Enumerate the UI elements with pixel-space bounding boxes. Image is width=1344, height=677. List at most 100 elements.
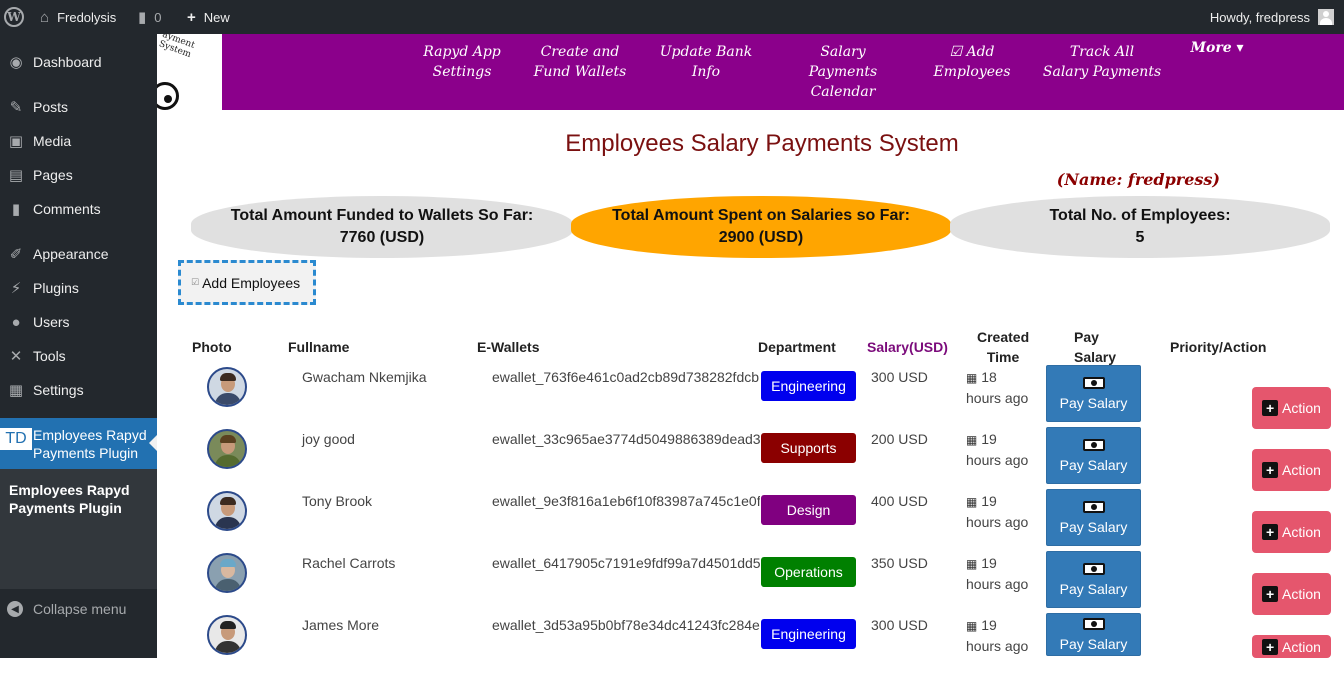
new-content-link[interactable]: + New	[187, 0, 230, 34]
employee-photo	[207, 553, 247, 593]
plus-square-icon: +	[1262, 462, 1279, 478]
home-icon: ⌂	[40, 8, 50, 26]
user-icon: ●	[11, 313, 21, 331]
stat-total-funded: Total Amount Funded to Wallets So Far: 7…	[191, 196, 573, 258]
page-title: Employees Salary Payments System	[565, 130, 959, 157]
logo-face-icon	[157, 82, 179, 110]
table-row: Gwacham Nkemjika ewallet_763f6e461c0ad2c…	[157, 365, 1344, 429]
sidebar-item-posts[interactable]: ✎ Posts	[0, 90, 157, 124]
money-icon	[1082, 617, 1105, 630]
plus-square-icon: +	[1262, 524, 1279, 540]
stat-total-spent: Total Amount Spent on Salaries so Far: 2…	[571, 196, 951, 258]
media-icon: ▣	[8, 133, 24, 150]
nav-create-fund-wallets[interactable]: Create and Fund Wallets	[533, 42, 627, 82]
sidebar-item-dashboard[interactable]: ◉ Dashboard	[0, 45, 157, 79]
comments-link[interactable]: ▮ 0	[138, 0, 162, 34]
pages-icon: ▤	[8, 167, 24, 184]
edit-icon: ☑	[191, 277, 200, 287]
header-fullname: Fullname	[288, 339, 350, 355]
money-icon	[1082, 376, 1105, 389]
nav-more-dropdown[interactable]: More ▾	[1187, 38, 1247, 58]
department-badge: Supports	[761, 433, 856, 463]
calendar-icon: ▦	[966, 619, 978, 633]
table-row: James More ewallet_3d53a95b0bf78e34dc412…	[157, 613, 1344, 677]
department-badge: Engineering	[761, 619, 856, 649]
sidebar-item-settings[interactable]: ▦ Settings	[0, 373, 157, 407]
td-badge-icon: TD	[0, 428, 32, 450]
submenu-item-employees-rapyd[interactable]: Employees Rapyd Payments Plugin	[9, 481, 130, 517]
plus-square-icon: +	[1262, 586, 1279, 602]
comment-icon: ▮	[138, 9, 147, 26]
action-button[interactable]: + Action	[1252, 511, 1331, 553]
nav-track-all-salary-payments[interactable]: Track All Salary Payments	[1042, 42, 1162, 82]
pay-salary-button[interactable]: Pay Salary	[1046, 489, 1141, 546]
main-content: Employees Salary Payments System (Name: …	[157, 110, 1344, 658]
wordpress-logo-icon[interactable]: W	[4, 0, 26, 34]
action-button[interactable]: + Action	[1252, 635, 1331, 658]
money-icon	[1082, 562, 1105, 575]
calendar-icon: ▦	[966, 495, 978, 509]
plug-icon: ⚡	[10, 280, 22, 297]
department-badge: Design	[761, 495, 856, 525]
payment-system-logo[interactable]: ayment System	[157, 34, 222, 110]
active-arrow	[149, 435, 157, 451]
sidebar-item-media[interactable]: ▣ Media	[0, 124, 157, 158]
employee-photo	[207, 615, 247, 655]
action-button[interactable]: + Action	[1252, 449, 1331, 491]
department-badge: Operations	[761, 557, 856, 587]
sliders-icon: ▦	[8, 382, 24, 399]
employee-photo	[207, 491, 247, 531]
header-pay-salary: Pay Salary	[1074, 329, 1117, 365]
howdy-account[interactable]: Howdy, fredpress	[1210, 0, 1334, 34]
header-salary: Salary(USD)	[867, 339, 948, 355]
table-row: Rachel Carrots ewallet_6417905c7191e9fdf…	[157, 551, 1344, 615]
stat-total-employees: Total No. of Employees: 5	[950, 196, 1330, 258]
calendar-icon: ▦	[966, 557, 978, 571]
site-name-link[interactable]: ⌂ Fredolysis	[40, 0, 116, 34]
brush-icon: ✐	[9, 246, 23, 263]
collapse-arrow-icon: ◀	[7, 601, 23, 617]
department-badge: Engineering	[761, 371, 856, 401]
sidebar-item-employees-rapyd[interactable]: TD Employees Rapyd Payments Plugin	[0, 418, 157, 469]
sidebar-item-comments[interactable]: ▮ Comments	[0, 192, 157, 226]
comment-icon: ▮	[11, 201, 21, 218]
nav-rapyd-app-settings[interactable]: Rapyd App Settings	[421, 42, 503, 82]
table-row: Tony Brook ewallet_9e3f816a1eb6f10f83987…	[157, 489, 1344, 553]
user-avatar-icon	[1318, 9, 1334, 25]
money-icon	[1082, 438, 1105, 451]
nav-add-employees[interactable]: ☑ Add Employees	[932, 42, 1012, 82]
nav-update-bank-info[interactable]: Update Bank Info	[659, 42, 753, 82]
user-name-tag: (Name: fredpress)	[1056, 170, 1220, 189]
table-row: joy good ewallet_33c965ae3774d5049886389…	[157, 427, 1344, 491]
nav-salary-payments-calendar[interactable]: Salary Payments Calendar	[784, 42, 902, 102]
plus-square-icon: +	[1262, 638, 1279, 655]
money-icon	[1082, 500, 1105, 513]
sidebar-submenu: Employees Rapyd Payments Plugin	[0, 469, 157, 589]
plugin-top-nav: ayment System Rapyd App Settings Create a…	[157, 34, 1344, 110]
pay-salary-button[interactable]: Pay Salary	[1046, 365, 1141, 422]
admin-bar: W ⌂ Fredolysis ▮ 0 + New Howdy, fredpress	[0, 0, 1344, 34]
sidebar-item-pages[interactable]: ▤ Pages	[0, 158, 157, 192]
header-created-time: Created Time	[977, 329, 1030, 365]
sidebar-item-plugins[interactable]: ⚡ Plugins	[0, 271, 157, 305]
pay-salary-button[interactable]: Pay Salary	[1046, 427, 1141, 484]
pay-salary-button[interactable]: Pay Salary	[1046, 613, 1141, 656]
header-photo: Photo	[192, 339, 232, 355]
sidebar-item-users[interactable]: ● Users	[0, 305, 157, 339]
add-employees-button[interactable]: ☑ Add Employees	[178, 260, 316, 305]
plus-square-icon: +	[1262, 400, 1279, 416]
calendar-icon: ▦	[966, 433, 978, 447]
sidebar-item-tools[interactable]: ✕ Tools	[0, 339, 157, 373]
wrench-icon: ✕	[9, 348, 23, 365]
dashboard-icon: ◉	[9, 54, 23, 71]
admin-sidebar: ◉ Dashboard ✎ Posts ▣ Media ▤ Pages ▮ Comment…	[0, 34, 157, 658]
header-department: Department	[758, 339, 836, 355]
action-button[interactable]: + Action	[1252, 573, 1331, 615]
pay-salary-button[interactable]: Pay Salary	[1046, 551, 1141, 608]
action-button[interactable]: + Action	[1252, 387, 1331, 429]
sidebar-item-appearance[interactable]: ✐ Appearance	[0, 237, 157, 271]
header-e-wallets: E-Wallets	[477, 339, 540, 355]
collapse-menu-button[interactable]: ◀ Collapse menu	[0, 598, 157, 620]
plus-icon: +	[187, 8, 196, 26]
pin-icon: ✎	[9, 99, 23, 116]
